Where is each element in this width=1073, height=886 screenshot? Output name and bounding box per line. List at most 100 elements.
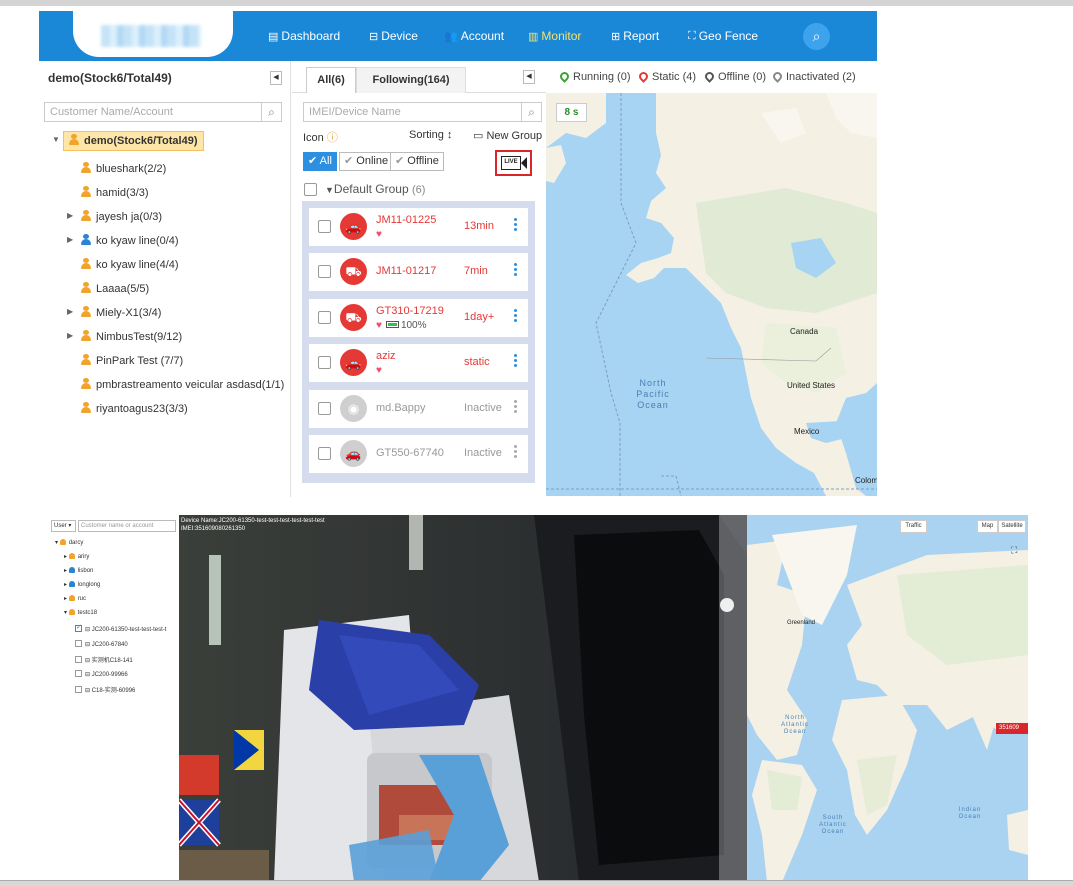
nav-report[interactable]: ⊞ Report (611, 11, 659, 61)
nav-monitor[interactable]: ▥ Monitor (528, 11, 581, 61)
device-checkbox[interactable] (75, 640, 82, 647)
device-checkbox[interactable] (75, 656, 82, 663)
video-search-input[interactable]: Customer name or account (78, 520, 176, 532)
device-map[interactable]: 8 s Canada United States Mexico Colom No… (546, 93, 877, 496)
device-marker[interactable]: 351609 (996, 723, 1028, 734)
world-map[interactable]: Traffic Map Satellite ⛶ Greenland North … (747, 515, 1028, 882)
tab-all[interactable]: All(6) (306, 67, 356, 93)
nav-device[interactable]: ⊟ Device (369, 11, 418, 61)
more-menu-icon[interactable] (514, 400, 518, 416)
more-menu-icon[interactable] (514, 354, 518, 370)
imei-search-input[interactable]: IMEI/Device Name ⌕ (303, 102, 542, 122)
tree-item[interactable]: ▶ NimbusTest(9/12) (67, 330, 182, 343)
collapse-mid-button[interactable]: ◀ (523, 70, 535, 84)
more-menu-icon[interactable] (514, 263, 518, 279)
device-item[interactable]: ⊟ JC200-61350-test-test-test-t (75, 623, 166, 633)
live-video-button[interactable]: LIVE (495, 150, 532, 176)
more-menu-icon[interactable] (514, 218, 518, 234)
expand-right-icon[interactable]: ▶ (67, 307, 73, 316)
device-item[interactable]: ⊟ C18-实测-60996 (75, 685, 135, 694)
tree-item[interactable]: ▶ ko kyaw line(0/4) (67, 234, 179, 247)
user-icon (68, 567, 75, 573)
device-checkbox[interactable] (318, 356, 331, 369)
device-row[interactable]: ◉ md.Bappy Inactive (309, 390, 528, 428)
tree-item[interactable]: riyantoagus23(3/3) (81, 402, 188, 415)
device-item[interactable]: ⊟ JC200-67840 (75, 640, 128, 648)
device-name[interactable]: JM11-01217 (376, 265, 436, 277)
device-checkbox[interactable] (318, 447, 331, 460)
device-name[interactable]: aziz (376, 350, 396, 362)
legend-offline[interactable]: Offline (0) (703, 70, 766, 83)
collapse-left-button[interactable]: ◀ (270, 71, 282, 85)
tree-item[interactable]: ▸ ariry (64, 553, 89, 560)
device-status: 7min (464, 265, 488, 277)
icon-toggle[interactable]: Icon ⓘ (303, 129, 338, 145)
tree-item[interactable]: blueshark(2/2) (81, 162, 166, 175)
device-checkbox[interactable] (318, 220, 331, 233)
fullscreen-icon[interactable]: ⛶ (1011, 545, 1021, 555)
device-row[interactable]: ⛟ JM11-01217 7min (309, 253, 528, 291)
device-name[interactable]: md.Bappy (376, 402, 426, 414)
device-checkbox[interactable] (318, 311, 331, 324)
tree-item[interactable]: ▾ darcy (55, 539, 83, 546)
map-type-map[interactable]: Map (977, 520, 998, 533)
tree-item[interactable]: ▶ jayesh ja(0/3) (67, 210, 162, 223)
device-name[interactable]: GT310-17219 (376, 305, 444, 317)
expand-down-icon[interactable]: ▼ (52, 135, 60, 144)
device-row[interactable]: 🚗 JM11-01225 ♥ 13min (309, 208, 528, 246)
device-checkbox[interactable] (318, 265, 331, 278)
tree-item[interactable]: ▸ ruc (64, 595, 86, 602)
nav-account[interactable]: 👥 Account (444, 11, 504, 61)
traffic-toggle[interactable]: Traffic (900, 520, 927, 533)
tree-item[interactable]: ▾ testc18 (64, 609, 97, 616)
device-row[interactable]: ⛟ GT310-17219 ♥ 100% 1day+ (309, 299, 528, 337)
tree-item[interactable]: ▸ longlong (64, 581, 100, 588)
device-checkbox[interactable] (318, 402, 331, 415)
new-group-button[interactable]: ▭ New Group (473, 129, 542, 142)
tree-item[interactable]: ko kyaw line(4/4) (81, 258, 179, 271)
tree-item[interactable]: PinPark Test (7/7) (81, 354, 183, 367)
device-row[interactable]: 🚗 GT550-67740 Inactive (309, 435, 528, 473)
device-item[interactable]: ⊟ JC200-99966 (75, 670, 128, 678)
filter-all-button[interactable]: ✔ All (303, 152, 337, 171)
filter-offline-button[interactable]: ✔ Offline (390, 152, 444, 171)
filter-online-button[interactable]: ✔ Online (339, 152, 394, 171)
search-icon[interactable]: ⌕ (521, 103, 541, 121)
expand-right-icon[interactable]: ▶ (67, 211, 73, 220)
nav-dashboard[interactable]: ▤ Dashboard (268, 11, 340, 61)
customer-search-input[interactable]: Customer Name/Account ⌕ (44, 102, 282, 122)
device-item[interactable]: ⊟ 实测机C18-141 (75, 655, 133, 664)
tree-item[interactable]: hamid(3/3) (81, 186, 149, 199)
device-checkbox[interactable] (75, 686, 82, 693)
tree-item[interactable]: Laaaa(5/5) (81, 282, 149, 295)
live-video-feed[interactable]: Device Name:JC200-61350-test-test-test-t… (179, 515, 747, 882)
user-type-select[interactable]: User ▾ (51, 520, 76, 532)
legend-running[interactable]: Running (0) (558, 70, 630, 83)
default-group-header[interactable]: ▼Default Group (6) (325, 182, 425, 196)
global-search-button[interactable]: ⌕ (803, 23, 830, 50)
device-row[interactable]: 🚗 aziz ♥ static (309, 344, 528, 382)
tab-following[interactable]: Following(164) (356, 67, 466, 93)
world-map-geography (747, 525, 1028, 882)
more-menu-icon[interactable] (514, 309, 518, 325)
nav-geo-fence[interactable]: ⛶ Geo Fence (688, 11, 758, 61)
tree-item[interactable]: ▶ Miely-X1(3/4) (67, 306, 161, 319)
sorting-button[interactable]: Sorting ↕ (409, 129, 452, 141)
group-select-checkbox[interactable] (304, 183, 317, 196)
logo-area[interactable] (73, 11, 233, 57)
search-icon[interactable]: ⌕ (261, 103, 281, 121)
tree-item[interactable]: pmbrastreamento veicular asdasd(1/1) (81, 378, 284, 391)
device-checkbox[interactable] (75, 670, 82, 677)
device-name[interactable]: JM11-01225 (376, 214, 436, 226)
map-type-satellite[interactable]: Satellite (998, 520, 1026, 533)
tree-root-item[interactable]: ▼ demo(Stock6/Total49) (52, 131, 204, 151)
device-name[interactable]: GT550-67740 (376, 447, 444, 459)
device-checkbox[interactable] (75, 623, 82, 632)
more-menu-icon[interactable] (514, 445, 518, 461)
legend-static[interactable]: Static (4) (637, 70, 696, 83)
legend-inactivated[interactable]: Inactivated (2) (771, 70, 856, 83)
tree-item[interactable]: ▸ lisbon (64, 567, 93, 574)
refresh-timer[interactable]: 8 s (556, 103, 587, 122)
expand-right-icon[interactable]: ▶ (67, 331, 73, 340)
expand-right-icon[interactable]: ▶ (67, 235, 73, 244)
